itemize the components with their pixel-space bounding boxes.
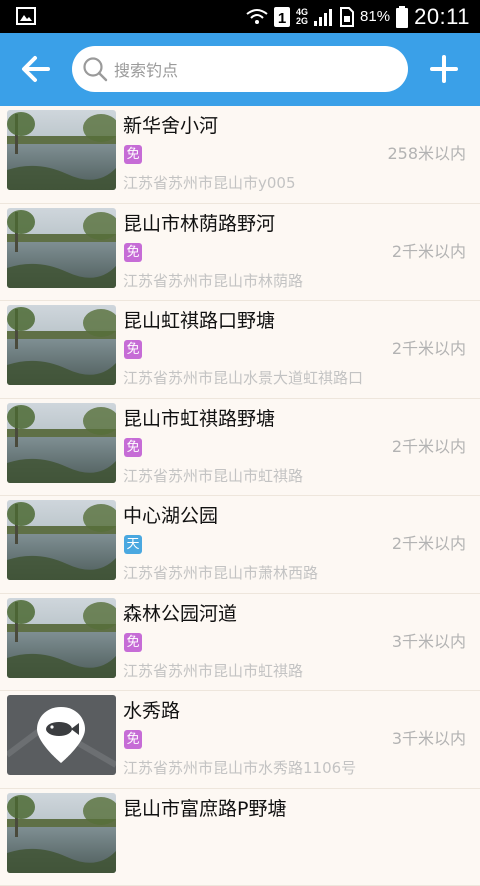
spot-list-item[interactable]: 中心湖公园 天 2千米以内 江苏省苏州市昆山市萧林西路 bbox=[0, 496, 480, 594]
spot-address: 江苏省苏州市昆山市林荫路 bbox=[123, 270, 303, 291]
spot-thumbnail bbox=[7, 403, 116, 483]
spot-fee-badge: 免 bbox=[124, 145, 142, 164]
fish-pin-icon bbox=[7, 695, 116, 775]
spot-name: 昆山虹祺路口野塘 bbox=[123, 306, 275, 333]
spot-fee-badge: 免 bbox=[124, 243, 142, 262]
app-bar bbox=[0, 33, 480, 106]
spot-fee-badge: 天 bbox=[124, 535, 142, 554]
network-type: 4G 2G bbox=[296, 8, 308, 26]
search-bar[interactable] bbox=[72, 46, 408, 92]
search-icon bbox=[82, 56, 108, 82]
spot-photo bbox=[7, 208, 116, 288]
status-right: 1 4G 2G 81% 20:11 bbox=[246, 0, 470, 33]
spot-distance: 258米以内 bbox=[387, 140, 466, 164]
spot-list-item[interactable]: 昆山市林荫路野河 免 2千米以内 江苏省苏州市昆山市林荫路 bbox=[0, 204, 480, 302]
signal-icon bbox=[314, 8, 332, 26]
spot-thumbnail bbox=[7, 500, 116, 580]
svg-text:1: 1 bbox=[278, 10, 286, 27]
spot-name: 森林公园河道 bbox=[123, 599, 237, 626]
spot-name: 新华舍小河 bbox=[123, 111, 218, 138]
back-button[interactable] bbox=[14, 49, 58, 89]
battery-percent: 81% bbox=[360, 8, 390, 25]
status-bar: 1 4G 2G 81% 20:11 bbox=[0, 0, 480, 33]
spot-distance: 3千米以内 bbox=[392, 725, 466, 749]
spot-fee-badge: 免 bbox=[124, 340, 142, 359]
spot-distance: 2千米以内 bbox=[392, 335, 466, 359]
spot-fee-badge: 免 bbox=[124, 438, 142, 457]
spot-list-item[interactable]: 昆山市虹祺路野塘 免 2千米以内 江苏省苏州市昆山市虹祺路 bbox=[0, 399, 480, 497]
spot-address: 江苏省苏州市昆山市虹祺路 bbox=[123, 660, 303, 681]
spot-distance: 3千米以内 bbox=[392, 628, 466, 652]
spot-address: 江苏省苏州市昆山市虹祺路 bbox=[123, 465, 303, 486]
spot-list-item[interactable]: 新华舍小河 免 258米以内 江苏省苏州市昆山市y005 bbox=[0, 106, 480, 204]
spot-photo bbox=[7, 500, 116, 580]
battery-icon bbox=[396, 6, 408, 28]
search-input[interactable] bbox=[112, 54, 396, 86]
add-spot-button[interactable] bbox=[422, 49, 466, 89]
spot-thumbnail bbox=[7, 208, 116, 288]
spot-name: 昆山市林荫路野河 bbox=[123, 209, 275, 236]
spot-thumbnail bbox=[7, 695, 116, 775]
spot-fee-badge: 免 bbox=[124, 730, 142, 749]
spot-thumbnail bbox=[7, 110, 116, 190]
back-arrow-icon bbox=[14, 49, 58, 89]
spot-photo bbox=[7, 305, 116, 385]
spot-distance: 2千米以内 bbox=[392, 530, 466, 554]
gallery-icon bbox=[16, 7, 36, 25]
spot-photo bbox=[7, 793, 116, 873]
spot-distance: 2千米以内 bbox=[392, 238, 466, 262]
spot-fee-badge: 免 bbox=[124, 633, 142, 652]
spot-list-item[interactable]: 昆山市富庶路P野塘 bbox=[0, 789, 480, 886]
spot-name: 水秀路 bbox=[123, 696, 180, 723]
spot-name: 中心湖公园 bbox=[123, 501, 218, 528]
spot-list: 新华舍小河 免 258米以内 江苏省苏州市昆山市y005 昆山市林 bbox=[0, 106, 480, 886]
sim-1-icon: 1 bbox=[274, 7, 290, 27]
spot-thumbnail bbox=[7, 598, 116, 678]
spot-distance: 2千米以内 bbox=[392, 433, 466, 457]
spot-list-item[interactable]: 水秀路 免 3千米以内 江苏省苏州市昆山市水秀路1106号 bbox=[0, 691, 480, 789]
wifi-icon bbox=[246, 8, 268, 26]
spot-photo bbox=[7, 403, 116, 483]
spot-thumbnail bbox=[7, 793, 116, 873]
spot-address: 江苏省苏州市昆山市萧林西路 bbox=[123, 562, 318, 583]
spot-photo bbox=[7, 598, 116, 678]
network-2g: 2G bbox=[296, 17, 308, 26]
spot-list-item[interactable]: 昆山虹祺路口野塘 免 2千米以内 江苏省苏州市昆山水景大道虹祺路口 bbox=[0, 301, 480, 399]
spot-thumbnail bbox=[7, 305, 116, 385]
spot-address: 江苏省苏州市昆山市y005 bbox=[123, 172, 296, 193]
spot-address: 江苏省苏州市昆山市水秀路1106号 bbox=[123, 757, 356, 778]
clock: 20:11 bbox=[414, 4, 470, 30]
spot-name: 昆山市虹祺路野塘 bbox=[123, 404, 275, 431]
spot-name: 昆山市富庶路P野塘 bbox=[123, 794, 286, 821]
sim-card-icon bbox=[338, 7, 354, 27]
plus-icon bbox=[422, 49, 466, 89]
spot-address: 江苏省苏州市昆山水景大道虹祺路口 bbox=[123, 367, 363, 388]
spot-list-item[interactable]: 森林公园河道 免 3千米以内 江苏省苏州市昆山市虹祺路 bbox=[0, 594, 480, 692]
spot-photo bbox=[7, 110, 116, 190]
